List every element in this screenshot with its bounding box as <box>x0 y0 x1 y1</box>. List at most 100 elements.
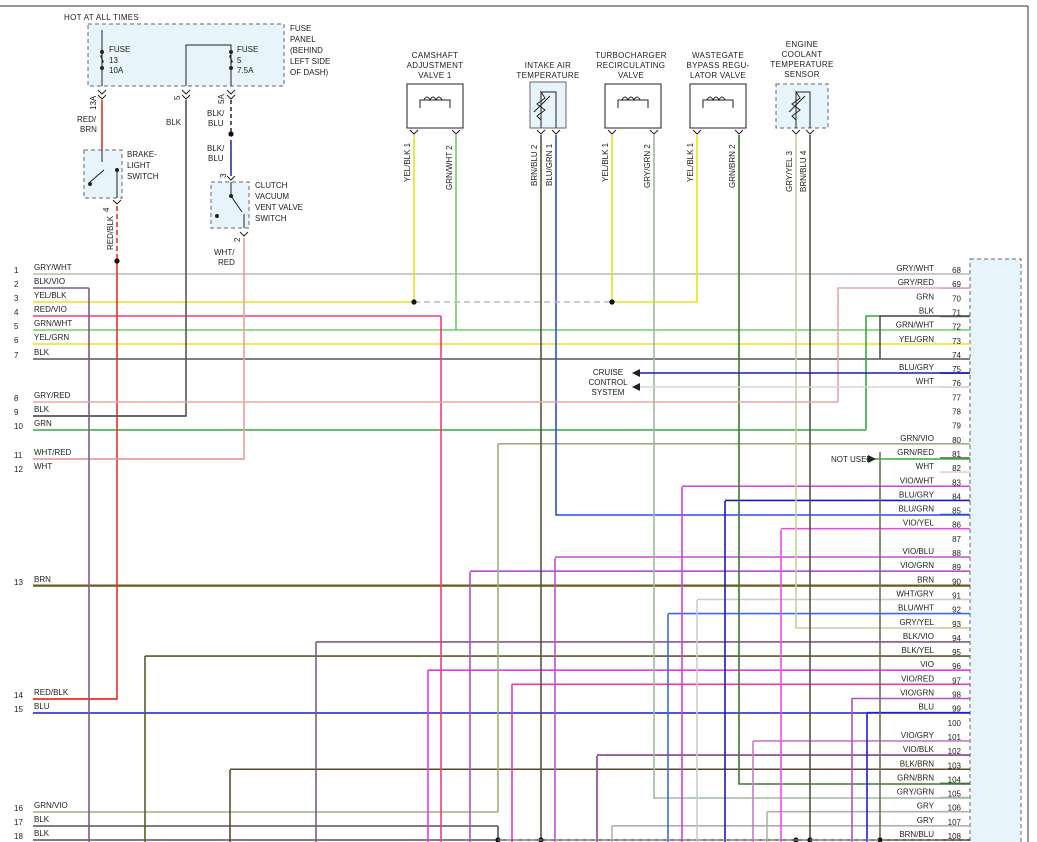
right-pin-number: 76 <box>952 379 961 388</box>
right-pin-label: BLU <box>918 703 934 712</box>
right-pin-number: 98 <box>952 691 961 700</box>
cruise-control-system-label: CRUISE CONTROL SYSTEM <box>588 368 628 397</box>
label-blk-blu-1a: BLK/ <box>207 109 225 118</box>
left-pin-number: 14 <box>14 691 23 700</box>
pin-iat-2: BRN/BLU 2 <box>530 144 539 186</box>
label-13a: 13A <box>89 95 98 110</box>
svg-text:LIGHT: LIGHT <box>127 161 151 170</box>
left-pin-number: 5 <box>14 322 19 331</box>
right-pin-number: 102 <box>948 747 962 756</box>
svg-text:CONTROL: CONTROL <box>588 378 628 387</box>
right-pin-label: VIO <box>920 660 934 669</box>
left-pin-number: 18 <box>14 832 23 841</box>
svg-text:LATOR VALVE: LATOR VALVE <box>690 71 746 80</box>
right-pin-number: 106 <box>948 804 962 813</box>
right-pin-label: BLU/WHT <box>898 604 934 613</box>
label-pin3: 3 <box>219 173 228 178</box>
splice-dot <box>609 299 615 305</box>
svg-text:SWITCH: SWITCH <box>127 172 159 181</box>
svg-text:SENSOR: SENSOR <box>784 70 820 79</box>
left-pin-number: 6 <box>14 336 19 345</box>
svg-text:(BEHIND: (BEHIND <box>290 46 323 55</box>
label-blk-blu-2b: BLU <box>208 154 224 163</box>
pin-turbo-2: GRY/GRN 2 <box>643 144 652 188</box>
label-red-brn-1: RED/ <box>77 115 97 124</box>
wiring-diagram: HOT AT ALL TIMES FUSE PANEL (BEHIND LEFT… <box>0 5 1029 842</box>
right-pin-number: 105 <box>948 790 962 799</box>
left-pin-number: 4 <box>14 308 19 317</box>
label-wht-red-2: RED <box>218 258 235 267</box>
pin-cam-2: GRN/WHT 2 <box>445 145 454 190</box>
right-pin-number: 99 <box>952 705 961 714</box>
arrow-cruise-2 <box>632 383 640 391</box>
left-pin-label: WHT <box>34 462 52 471</box>
right-pin-label: GRN/RED <box>897 448 934 457</box>
right-pin-label: GRY/RED <box>898 278 935 287</box>
arrow-cruise-1 <box>632 369 640 377</box>
right-pin-label: GRN/BRN <box>897 773 934 782</box>
svg-text:SYSTEM: SYSTEM <box>592 388 625 397</box>
right-pin-label: GRY/WHT <box>896 264 934 273</box>
svg-text:FUSE: FUSE <box>290 24 311 33</box>
right-pin-label: VIO/BLU <box>902 547 934 556</box>
label-blk-blu-1b: BLU <box>208 119 224 128</box>
svg-text:SWITCH: SWITCH <box>255 214 287 223</box>
right-pin-label: GRY <box>917 816 935 825</box>
left-pin-number: 1 <box>14 266 19 275</box>
svg-text:5: 5 <box>237 56 242 65</box>
svg-text:PANEL: PANEL <box>290 35 316 44</box>
right-pin-label: BLK/VIO <box>903 632 934 641</box>
pin-wg-2: GRN/BRN 2 <box>728 144 737 188</box>
right-pin-label: VIO/WHT <box>900 476 934 485</box>
right-pin-number: 71 <box>952 308 961 317</box>
right-pin-label: GRY <box>917 802 935 811</box>
left-pin-number: 11 <box>14 451 23 460</box>
right-pin-label: WHT <box>916 462 934 471</box>
left-pin-number: 15 <box>14 705 23 714</box>
right-pin-number: 81 <box>952 450 961 459</box>
label-pin4: 4 <box>102 207 111 212</box>
right-pin-label: BLU/GRN <box>898 505 934 514</box>
right-pin-number: 103 <box>948 761 962 770</box>
right-pin-label: BLU/GRY <box>899 490 935 499</box>
right-pin-label: BLU/GRY <box>899 363 935 372</box>
left-pin-label: GRN <box>34 419 52 428</box>
pin-iat-1: BLU/GRN 1 <box>545 143 554 186</box>
left-pin-label: BLK <box>34 348 50 357</box>
brake-light-switch-label: BRAKE- LIGHT SWITCH <box>127 150 159 181</box>
right-pin-number: 68 <box>952 266 961 275</box>
left-pin-number: 9 <box>14 408 19 417</box>
left-pin-number: 16 <box>14 804 23 813</box>
svg-text:BYPASS REGU-: BYPASS REGU- <box>686 61 749 70</box>
svg-text:TEMPERATURE: TEMPERATURE <box>770 60 833 69</box>
left-pin-number: 2 <box>14 280 19 289</box>
ecu-connector-box <box>969 258 1022 842</box>
svg-text:7.5A: 7.5A <box>237 66 254 75</box>
label-red-blk-vert: RED/BLK <box>106 215 115 250</box>
svg-text:13: 13 <box>109 56 118 65</box>
left-pin-label: YEL/BLK <box>34 291 67 300</box>
right-pin-number: 69 <box>952 280 961 289</box>
right-pin-label: VIO/YEL <box>903 519 935 528</box>
right-pin-number: 97 <box>952 676 961 685</box>
left-pin-number: 13 <box>14 578 23 587</box>
right-pin-number: 77 <box>952 393 961 402</box>
left-pin-label: BLK <box>34 405 50 414</box>
label-5: 5 <box>173 95 182 100</box>
left-pin-label: BLK <box>34 829 50 838</box>
right-pin-label: VIO/GRN <box>900 689 934 698</box>
splice-dot <box>114 258 120 264</box>
right-pin-number: 85 <box>952 507 961 516</box>
right-pin-label: VIO/RED <box>901 674 934 683</box>
not-used-label: NOT USED <box>831 455 872 464</box>
svg-text:BRAKE-: BRAKE- <box>127 150 157 159</box>
right-pin-number: 84 <box>952 492 961 501</box>
left-pin-number: 8 <box>14 394 19 403</box>
left-pin-number: 17 <box>14 818 23 827</box>
left-pin-label: GRN/WHT <box>34 319 72 328</box>
svg-text:10A: 10A <box>109 66 124 75</box>
left-pin-label: YEL/GRN <box>34 333 69 342</box>
right-pin-number: 87 <box>952 535 961 544</box>
left-pin-label: RED/BLK <box>34 688 69 697</box>
right-pin-label: GRN <box>916 292 934 301</box>
